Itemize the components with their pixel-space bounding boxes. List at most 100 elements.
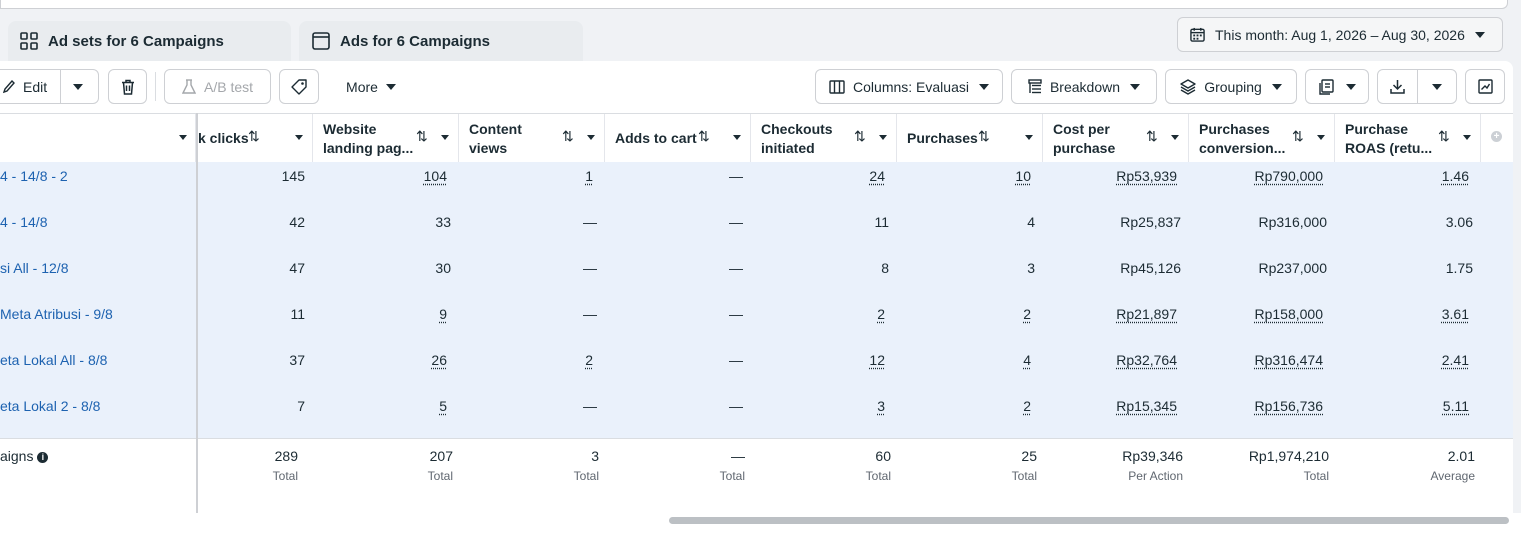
table-row[interactable]: eta Lokal 2 - 8/8 7 5 — — 3 2 Rp15,345 R… [0, 392, 1513, 438]
chevron-down-icon [1271, 83, 1282, 90]
cell-landing[interactable]: 104 [424, 168, 447, 184]
export-dropdown-chevron-icon[interactable] [1432, 84, 1442, 90]
cell-cost-per-purchase[interactable]: Rp53,939 [1116, 168, 1177, 184]
cell-purchases[interactable]: 2 [1023, 306, 1031, 322]
tab-ads[interactable]: Ads for 6 Campaigns [299, 21, 583, 61]
header-name[interactable] [0, 114, 196, 163]
date-range-picker[interactable]: This month: Aug 1, 2026 – Aug 30, 2026 [1177, 17, 1503, 52]
row-name-link[interactable]: si All - 12/8 [0, 260, 68, 276]
row-name-link[interactable]: eta Lokal All - 8/8 [0, 352, 107, 368]
cell-checkouts: 8 [881, 260, 889, 276]
delete-button[interactable] [108, 69, 147, 104]
chevron-down-icon[interactable] [1171, 135, 1179, 140]
row-name-link[interactable]: eta Lokal 2 - 8/8 [0, 398, 100, 414]
cell-conversion-value: Rp316,000 [1258, 214, 1327, 230]
cell-cost-per-purchase[interactable]: Rp32,764 [1116, 352, 1177, 368]
header-label: Purchases conversion... [1199, 120, 1286, 156]
chevron-down-icon[interactable] [179, 135, 187, 140]
table-row[interactable]: si All - 12/8 47 30 — — 8 3 Rp45,126 Rp2… [0, 254, 1513, 300]
cell-purchases[interactable]: 4 [1023, 352, 1031, 368]
chevron-down-icon [1130, 83, 1141, 90]
cell-purchases[interactable]: 10 [1015, 168, 1031, 184]
header-purchase-roas[interactable]: Purchase ROAS (retu... ⇅ [1335, 114, 1481, 163]
cell-checkouts: 11 [874, 214, 889, 230]
cell-roas[interactable]: 3.61 [1442, 306, 1469, 322]
chevron-down-icon[interactable] [1025, 135, 1033, 140]
cell-roas[interactable]: 1.46 [1442, 168, 1469, 184]
sort-icon[interactable]: ⇅ [1438, 128, 1450, 145]
cell-landing[interactable]: 5 [439, 398, 447, 414]
breakdown-button[interactable]: Breakdown [1011, 69, 1157, 104]
row-name-link[interactable]: 4 - 14/8 - 2 [0, 168, 68, 184]
cell-landing[interactable]: 26 [431, 352, 447, 368]
info-icon[interactable]: i [37, 452, 49, 463]
header-content-views[interactable]: Content views ⇅ [459, 114, 605, 163]
header-purchases-conversion-value[interactable]: Purchases conversion... ⇅ [1189, 114, 1335, 163]
row-name-link[interactable]: 4 - 14/8 [0, 214, 47, 230]
more-button[interactable]: More [329, 69, 413, 104]
cell-checkouts[interactable]: 2 [877, 306, 885, 322]
header-cost-per-purchase[interactable]: Cost per purchase ⇅ [1043, 114, 1189, 163]
grid-icon [20, 32, 38, 50]
add-column-icon[interactable]: + [1491, 131, 1502, 142]
table-row[interactable]: 4 - 14/8 42 33 — — 11 4 Rp25,837 Rp316,0… [0, 208, 1513, 254]
horizontal-scrollbar[interactable] [669, 517, 1509, 524]
cell-checkouts[interactable]: 3 [877, 398, 885, 414]
cell-cost-per-purchase[interactable]: Rp15,345 [1116, 398, 1177, 414]
edit-button[interactable]: Edit [23, 79, 47, 95]
chevron-down-icon[interactable] [587, 135, 595, 140]
header-link-clicks[interactable]: k clicks ⇅ [198, 114, 313, 163]
header-checkouts-initiated[interactable]: Checkouts initiated ⇅ [751, 114, 897, 163]
total-purchases: 25 [1021, 448, 1037, 464]
chevron-down-icon[interactable] [1317, 135, 1325, 140]
tag-button[interactable] [279, 69, 319, 104]
cell-conversion-value[interactable]: Rp156,736 [1254, 398, 1323, 414]
header-purchases[interactable]: Purchases ⇅ [897, 114, 1043, 163]
sort-icon[interactable]: ⇅ [978, 128, 990, 145]
sort-icon[interactable]: ⇅ [1292, 128, 1304, 145]
cell-roas[interactable]: 5.11 [1443, 398, 1469, 414]
sort-icon[interactable]: ⇅ [1146, 128, 1158, 145]
columns-button[interactable]: Columns: Evaluasi [815, 69, 1003, 104]
cell-conversion-value[interactable]: Rp158,000 [1254, 306, 1323, 322]
chevron-down-icon[interactable] [1463, 135, 1471, 140]
table-row[interactable]: eta Lokal All - 8/8 37 26 2 — 12 4 Rp32,… [0, 346, 1513, 392]
cell-content-views[interactable]: 1 [585, 168, 593, 184]
cell-landing[interactable]: 9 [439, 306, 447, 322]
totals-label: aigns i [0, 448, 49, 464]
cell-landing: 30 [435, 260, 451, 276]
ab-test-button[interactable]: A/B test [164, 69, 271, 104]
total-cost-per-purchase: Rp39,346 [1122, 448, 1183, 464]
reports-button[interactable] [1305, 69, 1369, 104]
cell-checkouts[interactable]: 24 [869, 168, 885, 184]
sort-icon[interactable]: ⇅ [248, 128, 260, 145]
chevron-down-icon[interactable] [733, 135, 741, 140]
sort-icon[interactable]: ⇅ [854, 128, 866, 145]
tab-ad-sets[interactable]: Ad sets for 6 Campaigns [8, 21, 291, 61]
cell-roas[interactable]: 2.41 [1442, 352, 1469, 368]
chevron-down-icon [1474, 31, 1485, 38]
cell-conversion-value[interactable]: Rp790,000 [1254, 168, 1323, 184]
cell-conversion-value[interactable]: Rp316,474 [1254, 352, 1323, 368]
cell-cost-per-purchase[interactable]: Rp21,897 [1116, 306, 1177, 322]
header-adds-to-cart[interactable]: Adds to cart ⇅ [605, 114, 751, 163]
sort-icon[interactable]: ⇅ [416, 128, 428, 145]
cell-purchases[interactable]: 2 [1023, 398, 1031, 414]
table-row[interactable]: Meta Atribusi - 9/8 11 9 — — 2 2 Rp21,89… [0, 300, 1513, 346]
edit-dropdown-chevron-icon[interactable] [73, 84, 83, 90]
header-website-landing-page-views[interactable]: Website landing pag... ⇅ [313, 114, 459, 163]
chevron-down-icon[interactable] [295, 135, 303, 140]
download-icon[interactable] [1390, 79, 1405, 94]
tag-icon [291, 78, 307, 95]
sort-icon[interactable]: ⇅ [562, 128, 574, 145]
chevron-down-icon[interactable] [879, 135, 887, 140]
sort-icon[interactable]: ⇅ [698, 128, 710, 145]
table-row[interactable]: 4 - 14/8 - 2 145 104 1 — 24 10 Rp53,939 … [0, 162, 1513, 208]
expand-button[interactable] [1465, 69, 1505, 104]
grouping-button[interactable]: Grouping [1165, 69, 1297, 104]
header-label: Website landing pag... [323, 120, 414, 156]
chevron-down-icon[interactable] [441, 135, 449, 140]
cell-content-views[interactable]: 2 [585, 352, 593, 368]
row-name-link[interactable]: Meta Atribusi - 9/8 [0, 306, 113, 322]
cell-checkouts[interactable]: 12 [869, 352, 885, 368]
